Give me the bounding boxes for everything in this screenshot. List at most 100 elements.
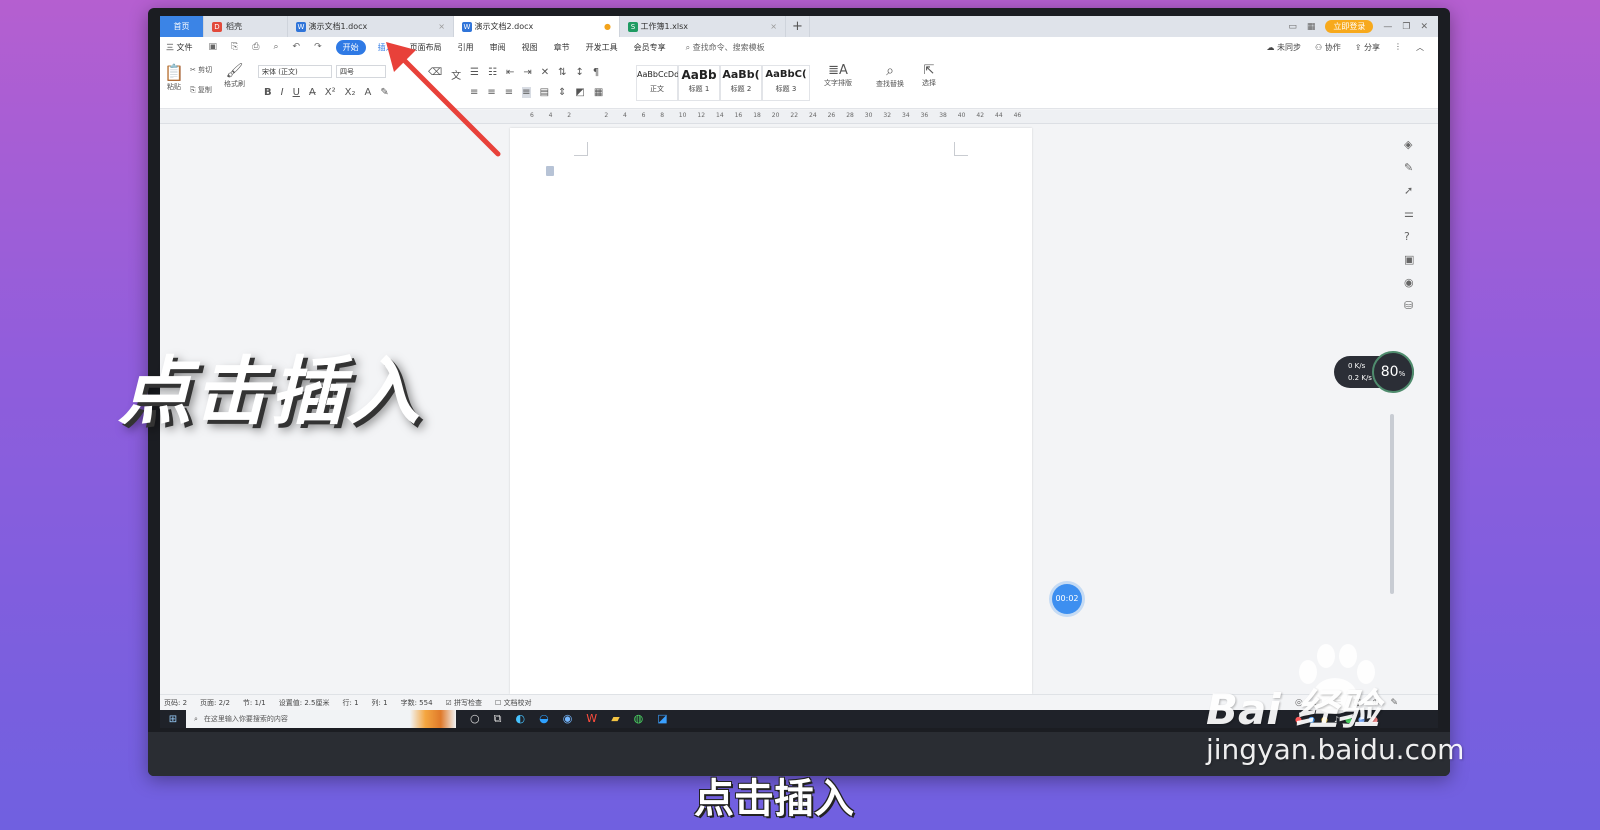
bold-icon[interactable]: B: [264, 87, 272, 98]
maximize-icon[interactable]: ❐: [1402, 22, 1410, 32]
layout-icon[interactable]: ▭: [1288, 22, 1297, 32]
taskbar-search[interactable]: ⌕ 在这里输入你要搜索的内容: [186, 710, 410, 728]
format-painter-button[interactable]: 🖌 格式刷: [224, 63, 245, 89]
text-layout-button[interactable]: ≣A 文字排版: [824, 63, 852, 88]
recording-timer[interactable]: 00:02: [1052, 584, 1082, 614]
cortana-icon[interactable]: ○: [470, 712, 480, 726]
tab-daoke[interactable]: D 稻壳: [204, 16, 288, 37]
app-icon[interactable]: ◪: [657, 712, 667, 726]
status-page-number[interactable]: 页码: 2: [164, 698, 187, 708]
tab-devtools[interactable]: 开发工具: [586, 42, 618, 53]
redo-icon[interactable]: ↷: [314, 42, 322, 52]
taskbar-search-placeholder: 在这里输入你要搜索的内容: [203, 715, 288, 723]
wps-icon[interactable]: W: [586, 712, 597, 726]
menu-file[interactable]: 三 文件: [166, 42, 193, 53]
tab-home[interactable]: 首页: [160, 16, 204, 37]
export-icon[interactable]: ⎘: [231, 42, 238, 52]
collab-button[interactable]: ⚇ 协作: [1315, 42, 1341, 53]
distribute-icon[interactable]: ▤: [540, 87, 549, 98]
share-button[interactable]: ⇪ 分享: [1355, 42, 1380, 53]
close-icon[interactable]: ×: [770, 22, 777, 31]
pointer-icon[interactable]: ➚: [1404, 184, 1414, 197]
tab-sheet[interactable]: S 工作簿1.xlsx ×: [620, 16, 786, 37]
minimize-icon[interactable]: —: [1383, 22, 1392, 32]
paste-icon: 📋: [164, 63, 184, 82]
collapse-ribbon-icon[interactable]: ︿: [1416, 42, 1424, 53]
tab-doc2[interactable]: W 演示文档2.docx ●: [454, 16, 620, 37]
status-word-count[interactable]: 字数: 554: [401, 698, 433, 708]
copy-button[interactable]: ⎘ 复制: [190, 85, 212, 95]
vertical-scrollbar[interactable]: [1390, 414, 1394, 594]
document-page[interactable]: [510, 128, 1032, 694]
italic-icon[interactable]: I: [281, 87, 284, 98]
line-spacing-icon[interactable]: ↕: [576, 67, 584, 78]
sort-icon[interactable]: ⇅: [558, 67, 566, 78]
image-icon[interactable]: ▣: [1404, 253, 1414, 266]
status-section: 节: 1/1: [242, 698, 266, 707]
help-icon[interactable]: ?: [1404, 230, 1414, 243]
tab-member[interactable]: 会员专享: [634, 42, 666, 53]
style-heading2-sample: AaBb(: [722, 68, 760, 81]
spacing-icon[interactable]: ⇕: [558, 87, 566, 98]
settings-slider-icon[interactable]: ⚌: [1404, 207, 1414, 220]
subscript-icon[interactable]: X₂: [345, 87, 356, 98]
style-normal[interactable]: AaBbCcDd 正文: [636, 65, 679, 101]
style-heading3[interactable]: AaBbC( 标题 3: [762, 65, 810, 101]
style-heading1[interactable]: AaBb 标题 1: [678, 65, 720, 101]
ruler-tick-label: 32: [883, 112, 892, 119]
spell-check-toggle[interactable]: ☑ 拼写检查: [446, 698, 483, 708]
backup-icon[interactable]: ⛁: [1404, 299, 1414, 312]
strikethrough-icon[interactable]: A̶: [309, 87, 316, 98]
windows-start-icon[interactable]: ⊞: [160, 714, 186, 725]
sogou-browser-icon[interactable]: ◉: [563, 712, 573, 726]
cut-label: 剪切: [198, 66, 213, 74]
style-pane-icon[interactable]: ◈: [1404, 138, 1414, 151]
border-icon[interactable]: ▦: [594, 87, 603, 98]
tab-view[interactable]: 视图: [522, 42, 538, 53]
justify-icon[interactable]: ≡: [522, 87, 531, 98]
font-size-select[interactable]: 四号: [336, 65, 386, 78]
style-heading3-sample: AaBbC(: [765, 69, 807, 80]
file-explorer-icon[interactable]: ▰: [611, 712, 619, 726]
browser-icon[interactable]: ◐: [515, 712, 525, 726]
new-tab-button[interactable]: +: [786, 16, 810, 37]
paragraph-mark-icon[interactable]: ¶: [593, 67, 599, 78]
print-icon[interactable]: ⎙: [252, 42, 259, 52]
close-window-icon[interactable]: ✕: [1420, 22, 1428, 32]
horizontal-ruler[interactable]: 6 4 2 2 4 6 8 10 12 14 16 18 20 22 24 26 28 30 32 34 36 38 40 4…: [160, 110, 1438, 124]
font-color-icon[interactable]: A: [364, 87, 371, 98]
underline-icon[interactable]: U: [293, 87, 300, 98]
unsync-button[interactable]: ☁ 未同步: [1266, 42, 1301, 53]
wechat-icon[interactable]: ◍: [634, 712, 644, 726]
task-view-icon[interactable]: ⧉: [494, 712, 502, 726]
font-name-select[interactable]: 宋体 (正文): [258, 65, 332, 78]
status-pages[interactable]: 页面: 2/2: [200, 698, 230, 708]
tab-section[interactable]: 章节: [554, 42, 570, 53]
select-button[interactable]: ⇱ 选择: [922, 63, 936, 88]
save-icon[interactable]: ▣: [209, 42, 218, 52]
close-icon[interactable]: ×: [438, 22, 445, 31]
command-search[interactable]: ⌕ 查找命令、搜索模板: [686, 42, 765, 53]
more-icon[interactable]: ⋮: [1394, 42, 1402, 53]
tab-doc1[interactable]: W 演示文档1.docx ×: [288, 16, 454, 37]
login-button[interactable]: 立即登录: [1325, 20, 1374, 33]
undo-icon[interactable]: ↶: [293, 42, 301, 52]
paste-button[interactable]: 📋 粘贴: [164, 63, 184, 92]
edge-icon[interactable]: ◒: [539, 712, 549, 726]
find-replace-button[interactable]: ⌕ 查找替换: [876, 63, 904, 89]
chinese-layout-icon[interactable]: ✕: [541, 67, 549, 78]
location-icon[interactable]: ◉: [1404, 276, 1414, 289]
indent-icon[interactable]: ⇥: [523, 67, 531, 78]
pen-icon[interactable]: ✎: [1404, 161, 1414, 174]
paragraph-handle-icon[interactable]: [546, 166, 554, 176]
tab-start[interactable]: 开始: [335, 39, 366, 55]
cut-button[interactable]: ✂ 剪切: [190, 65, 212, 75]
style-heading2[interactable]: AaBb( 标题 2: [720, 65, 762, 101]
search-icon: ⌕: [685, 42, 691, 52]
proofread-button[interactable]: ☐ 文档校对: [495, 698, 532, 708]
superscript-icon[interactable]: X²: [325, 87, 336, 98]
grid-icon[interactable]: ▦: [1307, 22, 1316, 32]
memory-usage-gauge[interactable]: 80%: [1372, 351, 1414, 393]
shading-icon[interactable]: ◩: [575, 87, 584, 98]
preview-icon[interactable]: ⌕: [273, 42, 278, 52]
